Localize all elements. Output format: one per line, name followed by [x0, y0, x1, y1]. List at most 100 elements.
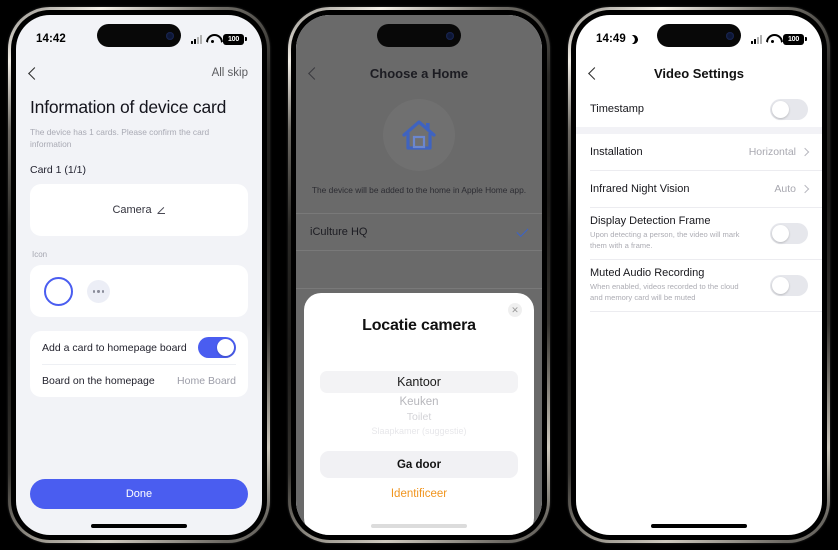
check-icon — [516, 224, 529, 237]
camera-name-row[interactable]: Camera — [30, 184, 248, 236]
back-icon[interactable] — [28, 66, 41, 80]
phone-3-screen: 14:49 100 Video Settings Timestamp Insta… — [576, 15, 822, 535]
row-sublabel: Upon detecting a person, the video will … — [590, 230, 740, 251]
phone-1-bezel: 14:42 100 All skip Information of device… — [11, 10, 267, 540]
continue-button[interactable]: Ga door — [320, 451, 518, 478]
picker-option[interactable]: Keuken — [320, 396, 518, 408]
row-label: Installation — [590, 146, 643, 158]
home-list-item-iculture-hq[interactable]: iCulture HQ — [296, 213, 542, 251]
location-picker[interactable]: Kantoor Keuken Toilet Slaapkamer (sugges… — [320, 371, 518, 445]
row-board-on-homepage[interactable]: Board on the homepage Home Board — [42, 364, 236, 397]
homepage-settings-card: Add a card to homepage board Board on th… — [30, 331, 248, 398]
all-skip-button[interactable]: All skip — [212, 67, 248, 79]
status-time: 14:42 — [36, 33, 66, 45]
front-camera-icon — [166, 31, 174, 40]
add-card-toggle[interactable] — [198, 337, 236, 359]
row-muted-audio-recording[interactable]: Muted Audio Recording When enabled, vide… — [576, 260, 822, 311]
icon-picker-card — [30, 265, 248, 318]
status-right: 100 — [191, 33, 247, 45]
row-display-detection-frame[interactable]: Display Detection Frame Upon detecting a… — [576, 208, 822, 259]
front-camera-icon — [446, 31, 454, 40]
phone-1-navbar: All skip — [16, 55, 262, 91]
home-indicator — [91, 524, 187, 528]
row-infrared-night-vision[interactable]: Infrared Night Vision Auto — [576, 171, 822, 207]
cellular-signal-icon — [751, 34, 762, 44]
muted-audio-toggle[interactable] — [770, 274, 808, 296]
phone-3-video-settings: 14:49 100 Video Settings Timestamp Insta… — [568, 7, 830, 543]
phone-1-body: Information of device card The device ha… — [16, 91, 262, 479]
wifi-icon — [206, 34, 219, 44]
icon-section-label: Icon — [32, 250, 48, 260]
detection-frame-toggle[interactable] — [770, 222, 808, 244]
dynamic-island — [657, 24, 741, 47]
row-right: Auto — [774, 183, 810, 195]
identify-link[interactable]: Identificeer — [320, 488, 518, 500]
edit-pencil-icon[interactable] — [157, 206, 166, 215]
row-value: Auto — [774, 183, 796, 195]
row-label: Add a card to homepage board — [42, 341, 187, 354]
status-left: 14:49 — [596, 33, 638, 45]
icon-option-circle[interactable] — [44, 276, 73, 306]
phone-2-choose-home: Choose a Home The device will be added t… — [288, 7, 550, 543]
home-list-empty-row — [296, 251, 542, 289]
row-installation[interactable]: Installation Horizontal — [576, 134, 822, 170]
camera-name-value: Camera — [112, 204, 152, 217]
status-left: 14:42 — [36, 33, 66, 45]
page-subtitle: The device has 1 cards. Please confirm t… — [30, 127, 210, 150]
locatie-camera-sheet: ✕ Locatie camera Kantoor Keuken Toilet S… — [304, 293, 534, 535]
phone-1-screen: 14:42 100 All skip Information of device… — [16, 15, 262, 535]
phone-2-navbar: Choose a Home — [296, 55, 542, 91]
moon-icon — [628, 33, 640, 45]
cellular-signal-icon — [191, 34, 202, 44]
row-add-card-to-homepage[interactable]: Add a card to homepage board — [42, 331, 236, 364]
phone-3-navbar: Video Settings — [576, 55, 822, 91]
sheet-title: Locatie camera — [362, 317, 476, 334]
home-indicator — [371, 524, 467, 528]
chevron-right-icon — [800, 184, 810, 194]
divider — [590, 310, 822, 312]
page-title: Choose a Home — [369, 65, 469, 81]
row-label: Display Detection Frame — [590, 215, 711, 227]
page-title: Information of device card — [30, 97, 227, 117]
row-sublabel: When enabled, videos recorded to the clo… — [590, 281, 739, 303]
section-separator — [576, 127, 822, 134]
picker-option[interactable]: Slaapkamer (suggestie) — [320, 426, 518, 436]
row-label: Timestamp — [590, 103, 644, 115]
row-label: Board on the homepage — [42, 375, 155, 388]
front-camera-icon — [726, 31, 734, 40]
row-value: Home Board — [177, 375, 236, 388]
wifi-icon — [766, 34, 779, 44]
picker-option[interactable]: Toilet — [320, 411, 518, 423]
house-icon — [383, 99, 455, 171]
row-label: Muted Audio Recording — [590, 266, 705, 279]
status-time: 14:49 — [596, 33, 626, 45]
row-text-column: Muted Audio Recording When enabled, vide… — [590, 260, 740, 311]
add-to-home-note: The device will be added to the home in … — [311, 185, 527, 195]
row-text-column: Display Detection Frame Upon detecting a… — [590, 208, 740, 259]
phone-2-bezel: Choose a Home The device will be added t… — [291, 10, 547, 540]
chevron-right-icon — [800, 147, 810, 157]
picker-selected-option[interactable]: Kantoor — [320, 371, 518, 393]
home-name: iCulture HQ — [310, 226, 368, 238]
battery-icon: 100 — [223, 33, 247, 45]
phone-2-screen: Choose a Home The device will be added t… — [296, 15, 542, 535]
row-value: Horizontal — [748, 146, 796, 158]
settings-list: Timestamp Installation Horizontal Infrar… — [576, 91, 822, 312]
page-title: Video Settings — [653, 65, 745, 81]
row-timestamp[interactable]: Timestamp — [576, 91, 822, 127]
dynamic-island — [97, 24, 181, 47]
battery-icon: 100 — [783, 33, 807, 45]
phone-3-bezel: 14:49 100 Video Settings Timestamp Insta… — [571, 10, 827, 540]
close-icon[interactable]: ✕ — [508, 303, 522, 317]
back-icon[interactable] — [588, 66, 601, 80]
timestamp-toggle[interactable] — [770, 98, 808, 120]
home-indicator — [651, 524, 747, 528]
done-button[interactable]: Done — [30, 479, 248, 509]
card-index-label: Card 1 (1/1) — [30, 164, 87, 177]
row-right: Horizontal — [748, 146, 810, 158]
row-label: Infrared Night Vision — [590, 183, 690, 195]
more-icons-button[interactable] — [87, 279, 110, 303]
camera-name-card[interactable]: Camera — [30, 184, 248, 237]
battery-level: 100 — [227, 35, 240, 43]
back-icon[interactable] — [308, 66, 321, 80]
